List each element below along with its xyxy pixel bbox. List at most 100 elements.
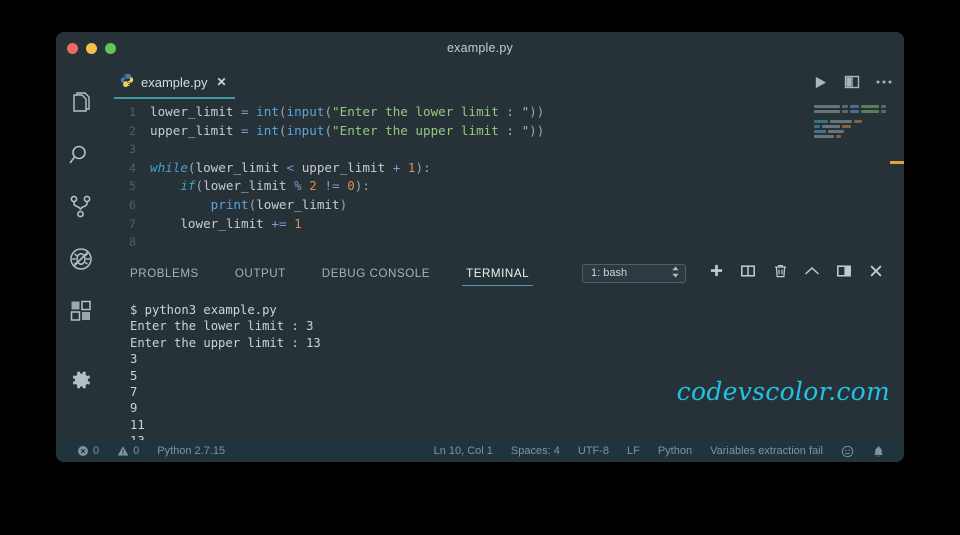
code-token: + — [392, 159, 408, 175]
bottom-panel: PROBLEMS OUTPUT DEBUG CONSOLE TERMINAL 1… — [106, 254, 904, 440]
minimap-segment — [841, 105, 848, 108]
split-editor-icon[interactable] — [844, 74, 860, 90]
status-item-cursor-position[interactable]: Ln 10, Col 1 — [425, 445, 502, 457]
minimap-row — [814, 125, 886, 128]
panel-tab-problems[interactable]: PROBLEMS — [126, 254, 203, 292]
terminal-output[interactable]: $ python3 example.py Enter the lower limi… — [106, 292, 904, 440]
terminal-line: 7 — [130, 384, 138, 399]
status-item-feedback[interactable] — [832, 445, 863, 458]
code-token: ( — [195, 178, 204, 194]
panel-tab-output[interactable]: OUTPUT — [231, 254, 290, 292]
new-terminal-button[interactable] — [700, 254, 732, 292]
play-icon[interactable] — [813, 75, 828, 90]
window-body: example.py ✕ 1 lower_limit = int(input("… — [56, 65, 904, 440]
minimap-segment — [881, 110, 886, 113]
code-token: lower_limit — [203, 178, 295, 194]
sidebar-item-settings[interactable] — [56, 354, 106, 406]
panel-tab-terminal[interactable]: TERMINAL — [462, 254, 534, 292]
sidebar-item-search[interactable] — [56, 129, 106, 181]
status-item-errors[interactable]: 0 — [68, 445, 108, 457]
status-item-variables-extraction-status[interactable]: Variables extraction fail — [701, 445, 832, 457]
status-bar: 0 0 Python 2.7.15 Ln 10, Col 1 Spaces: 4 UTF… — [56, 440, 904, 462]
sidebar-item-run-and-debug[interactable] — [56, 233, 106, 285]
panel-tab-label: OUTPUT — [234, 266, 286, 280]
code-token: += — [271, 215, 295, 231]
status-item-language-mode[interactable]: Python — [649, 445, 701, 457]
code-token: = — [241, 104, 257, 119]
minimap-segment — [849, 105, 860, 108]
status-item-python-interpreter[interactable]: Python 2.7.15 — [148, 445, 234, 457]
terminal-selector[interactable]: 1: bash — [582, 263, 686, 283]
line-number: 4 — [129, 160, 136, 175]
close-icon[interactable]: ✕ — [214, 76, 226, 88]
code-line: 4 while(lower_limit < upper_limit + 1): — [106, 159, 904, 178]
code-editor[interactable]: 1 lower_limit = int(input("Enter the lowe… — [106, 99, 904, 254]
code-token: % — [294, 178, 310, 194]
sidebar-item-explorer[interactable] — [56, 77, 106, 129]
minimap-segment — [881, 105, 886, 108]
line-code: while(lower_limit < upper_limit + 1): — [150, 159, 904, 178]
code-line: 1 lower_limit = int(input("Enter the lowe… — [106, 103, 904, 122]
editor-scroll-marker — [890, 161, 904, 164]
code-token: )) — [529, 122, 545, 138]
code-token: while — [150, 159, 188, 175]
code-token: int — [256, 122, 279, 138]
status-item-label: Variables extraction fail — [710, 445, 823, 457]
panel-tab-label: TERMINAL — [466, 266, 530, 280]
minimap[interactable] — [814, 105, 886, 159]
sidebar-item-source-control[interactable] — [56, 181, 106, 233]
status-item-label: Python — [657, 445, 693, 457]
panel-tab-debug-console[interactable]: DEBUG CONSOLE — [318, 254, 434, 292]
code-token: 1 — [294, 215, 302, 231]
minimap-row — [814, 120, 886, 123]
status-item-label: Ln 10, Col 1 — [433, 445, 493, 457]
editor-tab-example-py[interactable]: example.py ✕ — [106, 65, 239, 99]
code-token: upper_limit — [150, 122, 241, 138]
code-token: 0 — [347, 178, 355, 194]
status-item-notifications[interactable] — [863, 445, 894, 458]
split-terminal-button[interactable] — [732, 254, 764, 292]
close-panel-button[interactable] — [860, 254, 892, 292]
code-token: lower_limit — [256, 196, 340, 212]
sidebar-item-extensions[interactable] — [56, 285, 106, 337]
minimap-segment — [854, 120, 862, 123]
line-number: 3 — [129, 142, 136, 157]
terminal-selector-value: 1: bash — [591, 267, 628, 279]
collapse-panel-button[interactable] — [796, 254, 828, 292]
code-line: 6 print(lower_limit) — [106, 196, 904, 215]
minimap-segment — [861, 105, 880, 108]
code-token: input — [286, 122, 325, 138]
ellipsis-icon[interactable] — [876, 79, 892, 85]
code-token: < — [286, 159, 302, 175]
minimap-row — [814, 115, 886, 118]
status-item-encoding[interactable]: UTF-8 — [569, 445, 618, 457]
panel-controls: 1: bash — [582, 254, 892, 292]
status-item-label: 0 — [133, 445, 140, 457]
minimap-segment — [842, 125, 851, 128]
line-number: 8 — [129, 235, 136, 250]
status-item-warnings[interactable]: 0 — [108, 445, 148, 457]
terminal-line: $ python3 example.py — [130, 303, 277, 317]
code-token: ( — [278, 122, 287, 138]
line-code: upper_limit = int(input("Enter the upper… — [150, 122, 904, 141]
gear-icon — [69, 368, 93, 392]
maximize-panel-button[interactable] — [828, 254, 860, 292]
panel-header: PROBLEMS OUTPUT DEBUG CONSOLE TERMINAL 1… — [106, 254, 904, 292]
status-item-label: Spaces: 4 — [510, 445, 560, 457]
status-item-end-of-line[interactable]: LF — [618, 445, 649, 457]
code-token: )) — [529, 104, 545, 119]
line-code: print(lower_limit) — [150, 196, 904, 215]
search-icon — [69, 143, 93, 167]
minimap-segment — [814, 125, 820, 128]
status-bar-left: 0 0 Python 2.7.15 — [68, 445, 234, 457]
kill-terminal-button[interactable] — [764, 254, 796, 292]
terminal-line: 13 — [130, 433, 904, 440]
line-code: if(lower_limit % 2 != 0): — [150, 177, 904, 196]
code-token: lower_limit — [150, 215, 272, 231]
status-item-indentation[interactable]: Spaces: 4 — [502, 445, 569, 457]
code-token: "Enter the lower limit : " — [332, 104, 530, 119]
code-token: lower_limit — [150, 104, 241, 119]
line-code: lower_limit = int(input("Enter the lower… — [150, 103, 904, 122]
